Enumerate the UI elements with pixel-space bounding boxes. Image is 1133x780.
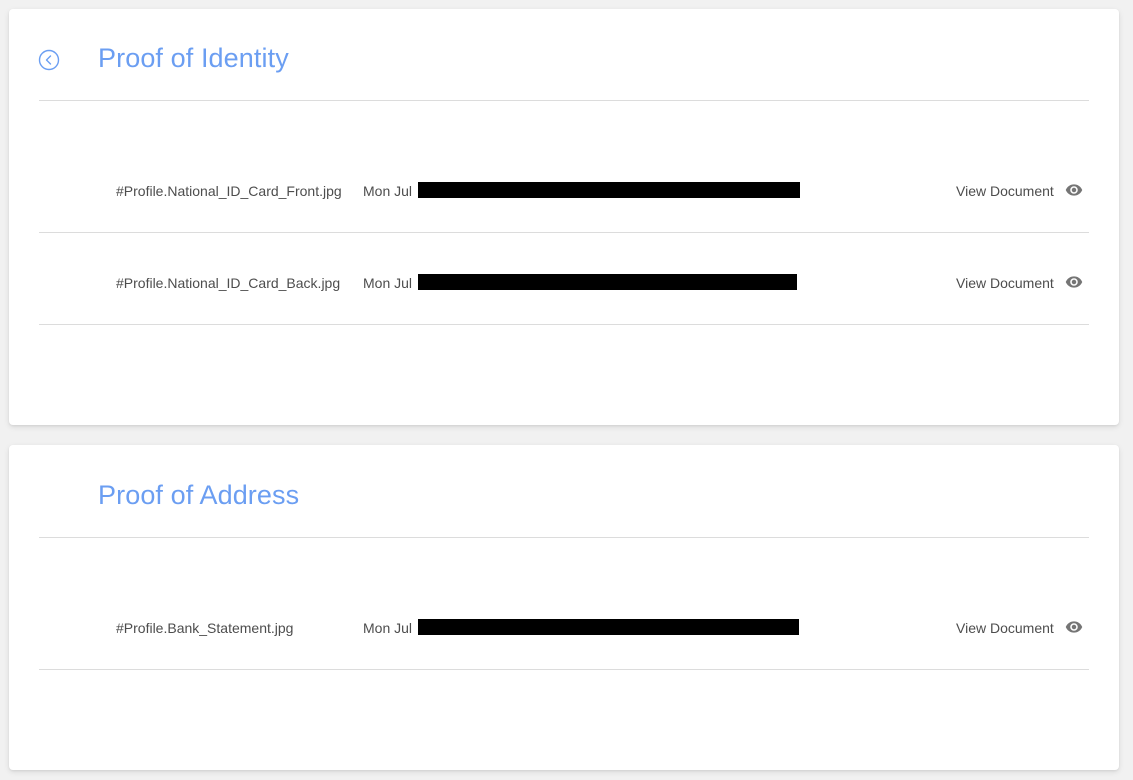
eye-icon[interactable] — [1063, 618, 1085, 636]
divider — [39, 669, 1089, 670]
document-file-name: #Profile.National_ID_Card_Front.jpg — [116, 183, 342, 199]
document-row-id-back: #Profile.National_ID_Card_Back.jpg Mon J… — [39, 268, 1089, 298]
document-date: Mon Jul — [363, 183, 413, 199]
divider — [39, 537, 1089, 538]
page-title-address: Proof of Address — [98, 480, 300, 510]
view-document-link[interactable]: View Document — [956, 183, 1054, 199]
document-file-name: #Profile.Bank_Statement.jpg — [116, 620, 294, 636]
redacted-date-block — [418, 182, 800, 198]
eye-icon[interactable] — [1063, 181, 1085, 199]
document-file-name: #Profile.National_ID_Card_Back.jpg — [116, 275, 341, 291]
back-chevron-circle-icon[interactable] — [38, 49, 60, 71]
proof-of-address-card: Proof of Address #Profile.Bank_Statement… — [9, 445, 1119, 770]
document-row-id-front: #Profile.National_ID_Card_Front.jpg Mon … — [39, 176, 1089, 206]
document-date: Mon Jul — [363, 275, 413, 291]
divider — [39, 232, 1089, 233]
eye-icon[interactable] — [1063, 273, 1085, 291]
view-document-link[interactable]: View Document — [956, 275, 1054, 291]
document-date: Mon Jul — [363, 620, 413, 636]
document-row-bank-statement: #Profile.Bank_Statement.jpg Mon Jul View… — [39, 613, 1089, 643]
divider — [39, 100, 1089, 101]
proof-of-identity-card: Proof of Identity #Profile.National_ID_C… — [9, 9, 1119, 425]
view-document-link[interactable]: View Document — [956, 620, 1054, 636]
redacted-date-block — [418, 274, 797, 290]
redacted-date-block — [418, 619, 799, 635]
page-title-identity: Proof of Identity — [98, 43, 289, 73]
divider — [39, 324, 1089, 325]
